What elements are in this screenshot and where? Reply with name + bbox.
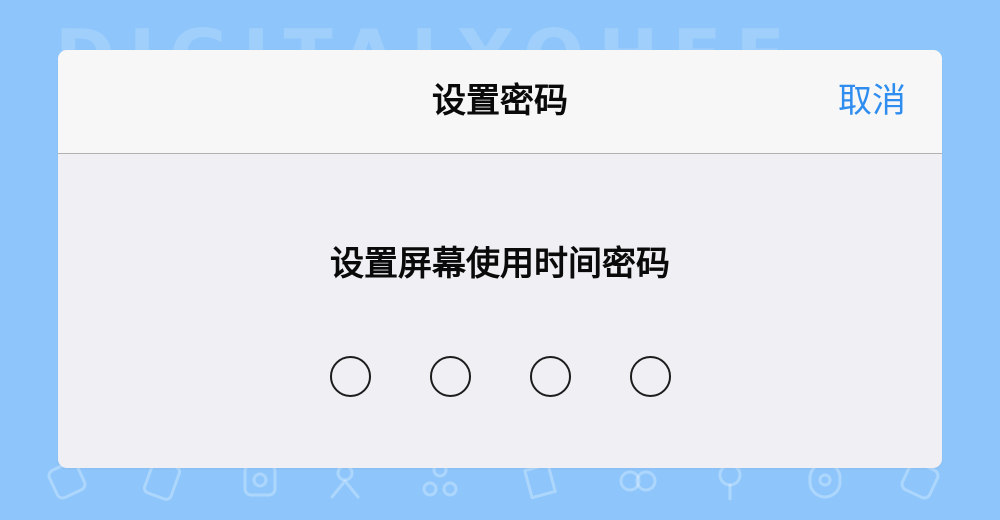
decor-icon-7 [619, 470, 657, 492]
cancel-button[interactable]: 取消 [838, 76, 906, 126]
passcode-dot-2 [429, 356, 471, 397]
passcode-dot-4 [629, 356, 671, 397]
decor-icon-9 [808, 461, 842, 499]
set-passcode-dialog: 设置密码 取消 设置屏幕使用时间密码 [58, 50, 942, 468]
nav-bar: 设置密码 取消 [58, 50, 942, 154]
decor-icon-4 [330, 464, 360, 499]
passcode-dot-1 [329, 356, 371, 397]
passcode-entry[interactable] [58, 356, 942, 397]
decor-icon-8 [718, 463, 742, 501]
decor-icon-6 [523, 462, 557, 500]
passcode-dot-3 [529, 356, 571, 397]
decor-icon-3 [243, 463, 277, 497]
passcode-prompt: 设置屏幕使用时间密码 [330, 244, 670, 284]
decor-icon-5 [422, 462, 458, 497]
dialog-title: 设置密码 [432, 81, 568, 121]
